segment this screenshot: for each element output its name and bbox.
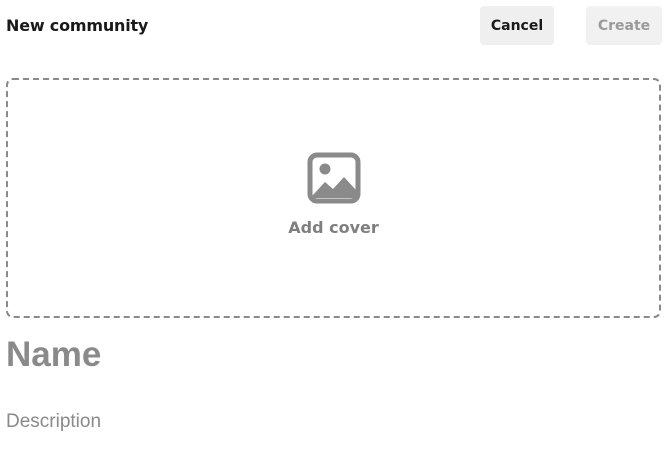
add-cover-label: Add cover [288,218,379,237]
add-cover-dropzone[interactable]: Add cover [6,78,661,318]
image-icon [307,152,361,204]
header: New community Cancel Create [0,0,667,52]
name-input[interactable] [6,332,656,378]
create-button[interactable]: Create [586,6,662,45]
cancel-button[interactable]: Cancel [480,6,554,45]
description-input[interactable] [6,408,656,436]
page-title: New community [6,16,149,35]
